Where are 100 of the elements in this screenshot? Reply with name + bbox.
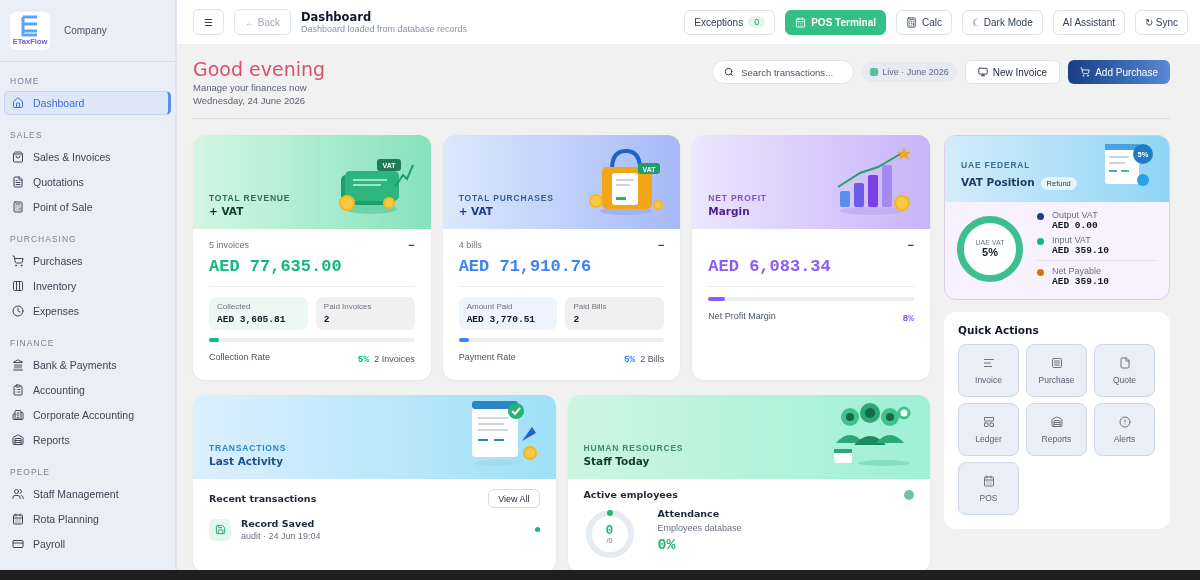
count-text: 5 invoices (209, 240, 250, 250)
page-subtitle: Dashboard loaded from database records (301, 24, 468, 34)
quick-action-button[interactable]: Purchase (1026, 344, 1087, 397)
nav-icon (12, 384, 24, 396)
legend-value: AED 0.00 (1052, 220, 1098, 231)
nav-icon (12, 176, 24, 188)
greeting-subtitle: Manage your finances now (193, 82, 308, 93)
tile-label: Paid Bills (573, 302, 608, 311)
greeting-title: Good evening (193, 58, 326, 80)
section-label: SALES (9, 129, 44, 142)
toolbar-button[interactable]: AI Assistant (1052, 9, 1125, 35)
quick-action-button[interactable]: Quote (1094, 344, 1155, 397)
toolbar-button[interactable]: Calc (896, 9, 953, 35)
ring-value: 5% (982, 246, 998, 258)
calendar-icon (982, 474, 995, 487)
nav-icon (12, 409, 24, 421)
toolbar-button[interactable]: Exceptions 0 (684, 9, 776, 35)
tile-label: Collected (217, 302, 252, 311)
legend-label: Output VAT (1052, 210, 1098, 220)
view-all-button[interactable]: View All (488, 489, 540, 508)
sidebar-item[interactable]: Payroll (4, 532, 171, 556)
alert-icon (1118, 415, 1131, 428)
section-heading: Active employees (583, 489, 678, 500)
nav-icon (12, 97, 24, 109)
amount-value: AED 71,910.76 (458, 257, 665, 287)
attendance-source: Employees database (657, 523, 742, 533)
sidebar-item[interactable]: Staff Management (4, 482, 171, 506)
sidebar-item[interactable]: Expenses (4, 299, 171, 323)
count-badge: 0 (748, 16, 766, 28)
attendance-title: Attendance (657, 508, 721, 519)
nav-icon (12, 434, 24, 446)
menu-button[interactable]: ☰ (193, 9, 224, 35)
toolbar-button[interactable]: ☾ Dark Mode (962, 9, 1043, 35)
sidebar-item[interactable]: Bank & Payments (4, 353, 171, 377)
calculator-icon (906, 16, 918, 28)
sidebar-item[interactable]: Inventory (4, 274, 171, 298)
sidebar-item[interactable]: Reports (4, 428, 171, 452)
quick-action-button[interactable]: POS (958, 462, 1019, 515)
date-text: Wednesday, 24 June 2026 (193, 95, 307, 106)
sidebar-item[interactable]: Purchases (4, 249, 171, 273)
section-label: PEOPLE (9, 466, 52, 479)
progress-note: 2 Bills (640, 354, 665, 364)
legend-value: AED 359.10 (1052, 276, 1109, 287)
add-purchase-button[interactable]: Add Purchase (1068, 60, 1170, 84)
tile-value: AED 3,605.81 (217, 314, 287, 325)
collapse-toggle[interactable]: − (408, 239, 415, 251)
sidebar-item[interactable]: Point of Sale (4, 195, 171, 219)
new-invoice-button[interactable]: New Invoice (964, 60, 1061, 84)
lines-icon (982, 356, 995, 369)
card-title: + VAT (209, 205, 245, 217)
amount-value: AED 6,083.34 (708, 257, 914, 287)
layout-icon (982, 415, 995, 428)
sidebar-item[interactable]: Corporate Accounting (4, 403, 171, 427)
quick-action-button[interactable]: Reports (1026, 403, 1087, 456)
card-title: VAT Position (961, 176, 1035, 188)
transaction-meta: audit · 24 Jun 19:04 (241, 531, 322, 541)
quick-action-button[interactable]: Ledger (958, 403, 1019, 456)
attendance-percent: 0% (657, 537, 677, 554)
legend-label: Input VAT (1052, 235, 1092, 245)
amount-value: AED 77,635.00 (209, 257, 415, 287)
quick-action-button[interactable]: Invoice (958, 344, 1019, 397)
nav-icon (12, 305, 24, 317)
toolbar-button[interactable]: ↻ Sync (1135, 9, 1188, 35)
sidebar-item[interactable]: Sales & Invoices (4, 145, 171, 169)
nav-icon (12, 201, 24, 213)
attendance-ring (583, 508, 636, 560)
card-eyebrow: TRANSACTIONS (209, 443, 287, 453)
collapse-toggle[interactable]: − (657, 239, 665, 251)
collapse-toggle[interactable]: − (907, 239, 914, 251)
section-label: PURCHASING (9, 233, 78, 246)
building-icon (1050, 415, 1063, 428)
progress-percent: 5% (623, 354, 636, 365)
legend-value: AED 359.10 (1052, 245, 1109, 256)
card-eyebrow: TOTAL PURCHASES (458, 193, 554, 203)
card-eyebrow: HUMAN RESOURCES (583, 443, 684, 453)
ring-value: 0 (605, 524, 614, 537)
save-icon (209, 518, 231, 541)
progress-percent: 5% (357, 354, 370, 365)
sidebar-item[interactable]: Dashboard (4, 91, 171, 115)
section-label: HOME (9, 75, 41, 88)
tile-label: Amount Paid (466, 302, 514, 311)
calendar-icon (795, 16, 807, 28)
legend-label: Net Payable (1052, 266, 1103, 276)
progress-percent: 8% (902, 313, 914, 324)
search-icon (724, 67, 735, 77)
progress-label: Payment Rate (458, 352, 516, 362)
tile-label: Paid Invoices (323, 302, 373, 311)
sidebar-item[interactable]: Rota Planning (4, 507, 171, 531)
cart-icon (1080, 67, 1091, 77)
nav-icon (12, 513, 24, 525)
search-field[interactable]: Search transactions... (712, 60, 855, 84)
nav-icon (12, 151, 24, 163)
sidebar-item[interactable]: Quotations (4, 170, 171, 194)
quick-action-button[interactable]: Alerts (1094, 403, 1155, 456)
progress-note: 2 Invoices (374, 354, 415, 364)
live-badge: Live · June 2026 (862, 62, 957, 82)
transaction-title: Record Saved (241, 518, 316, 529)
sidebar-item[interactable]: Accounting (4, 378, 171, 402)
nav-icon (12, 538, 24, 550)
file-icon (1118, 356, 1131, 369)
